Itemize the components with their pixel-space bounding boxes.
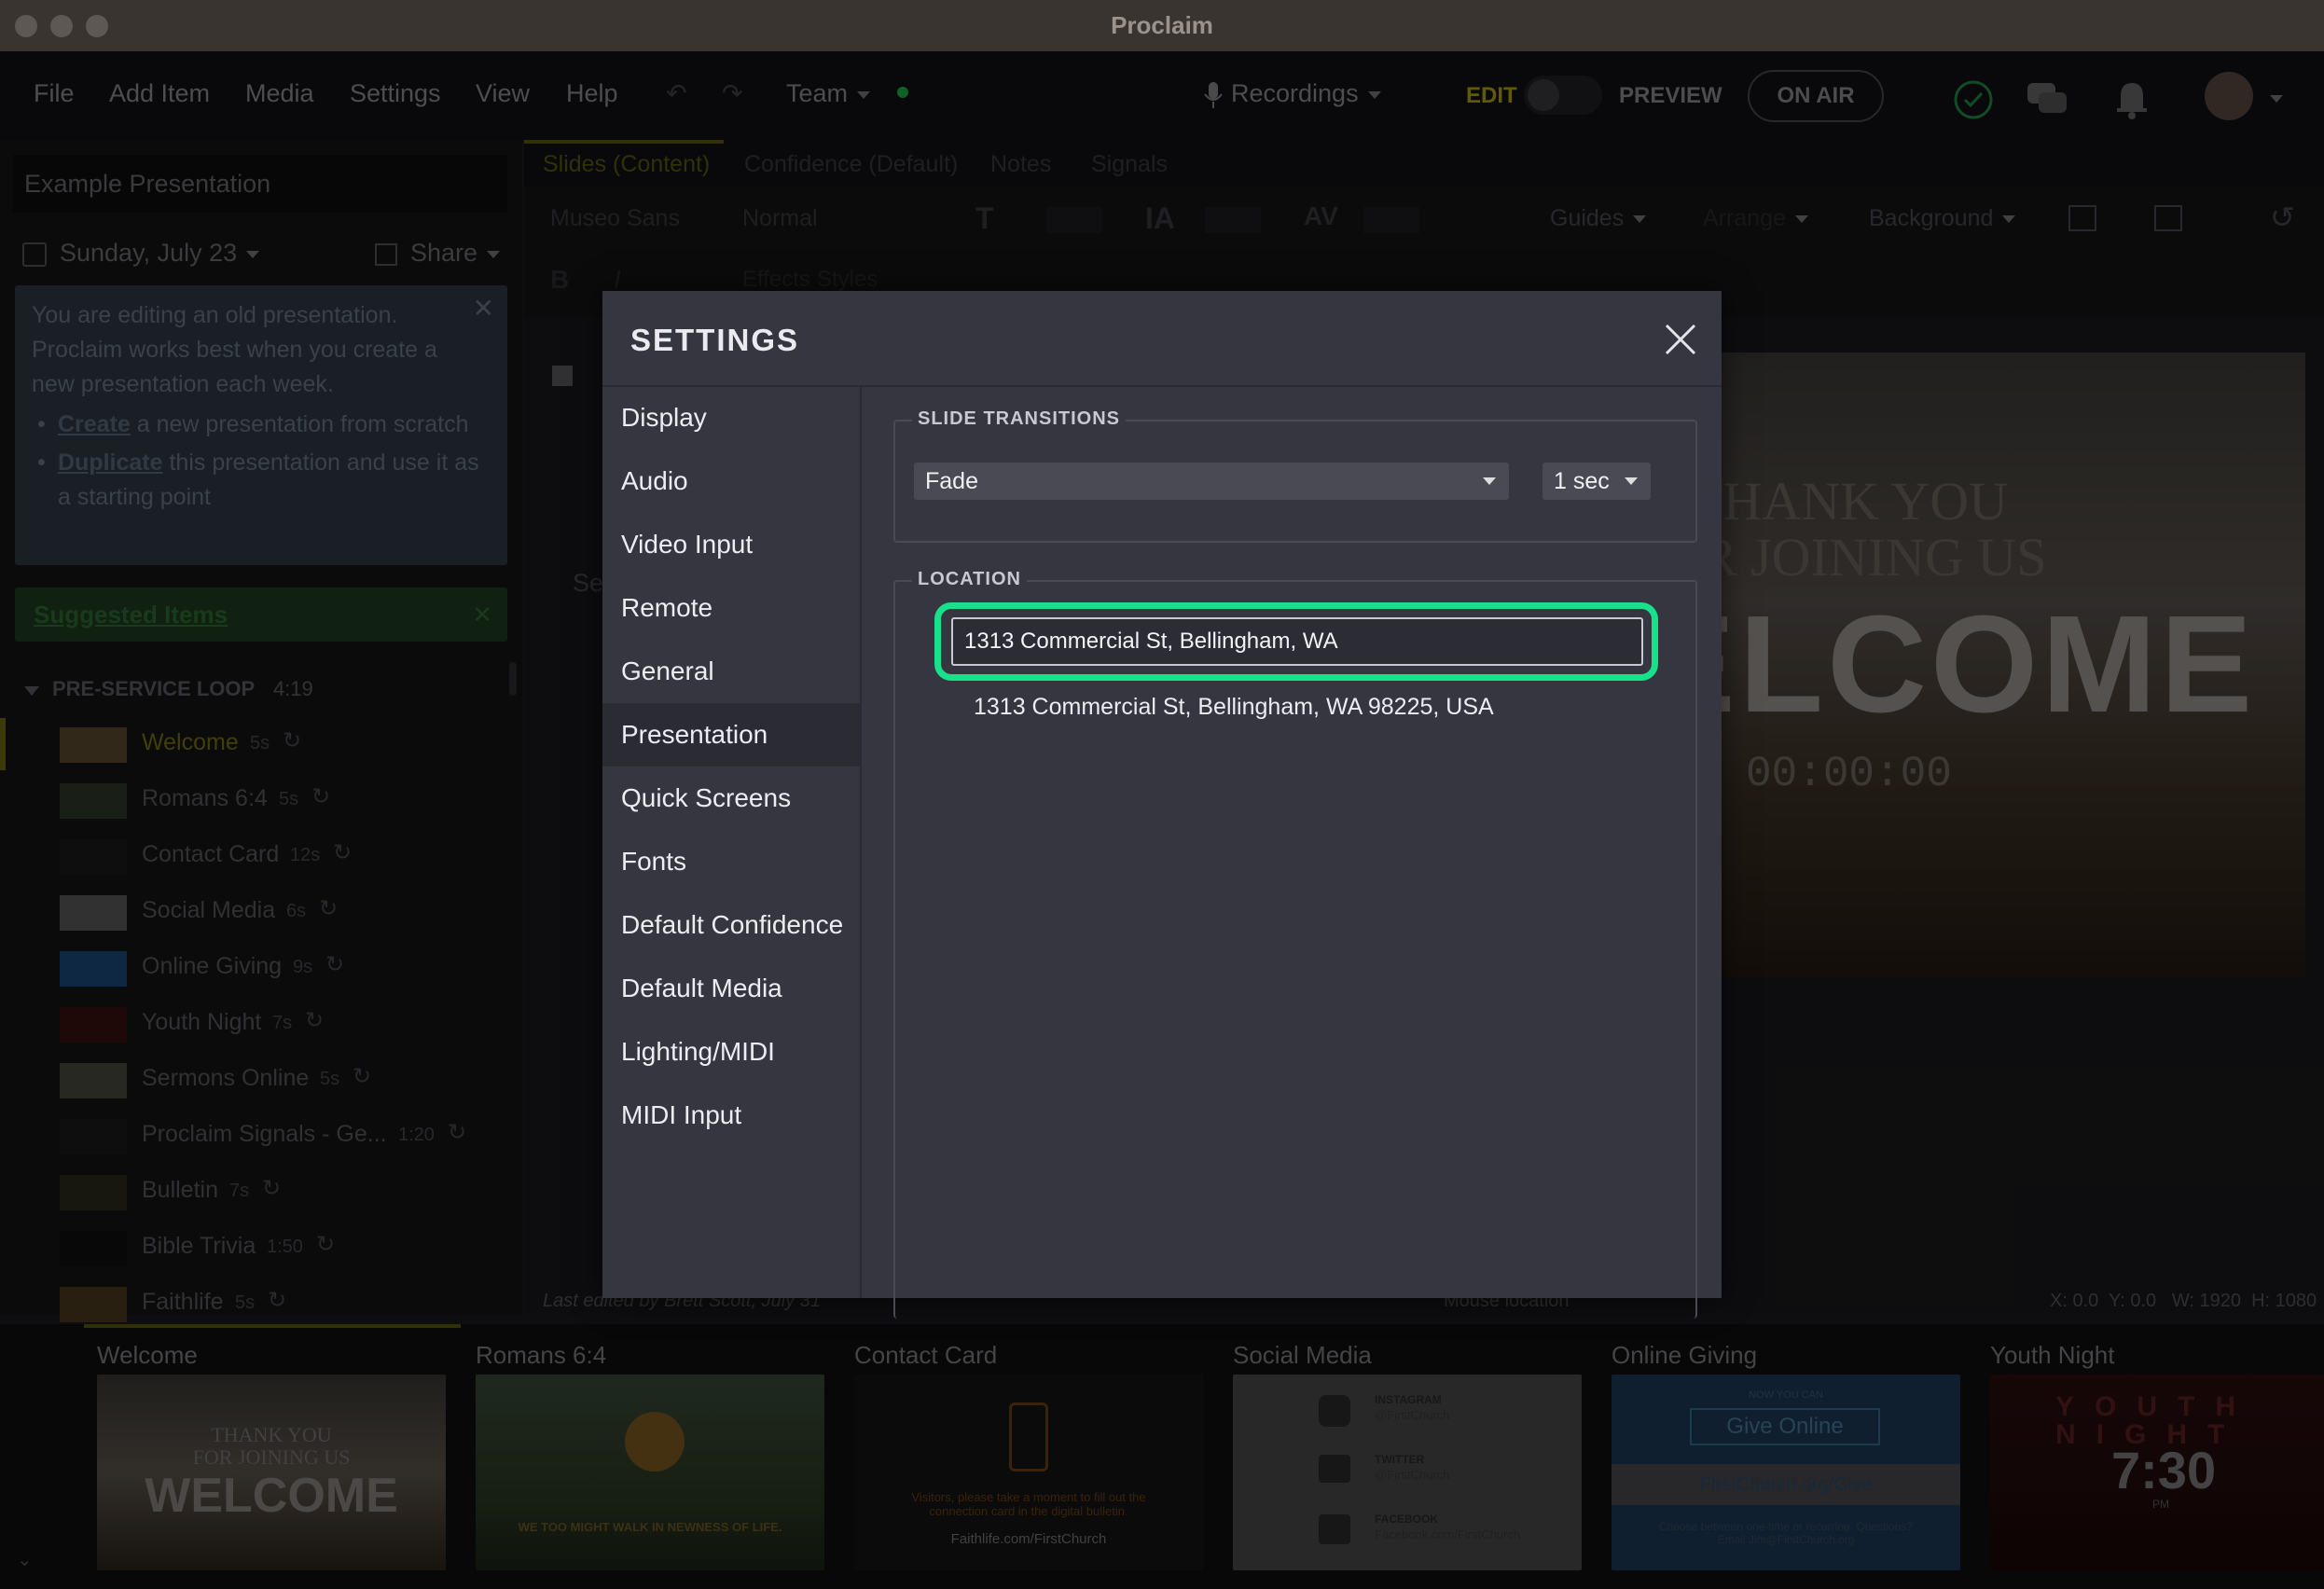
slide-transitions-group: SLIDE TRANSITIONS Fade 1 sec [893,408,1697,543]
location-input[interactable] [951,617,1643,666]
settings-dialog: SETTINGS Display Audio Video Input Remote Ge… [602,291,1722,1319]
location-suggestion[interactable]: 1313 Commercial St, Bellingham, WA 98225… [974,694,1494,721]
close-window-button[interactable] [15,15,37,37]
transition-duration-select[interactable]: 1 sec [1542,463,1651,500]
settings-nav-presentation[interactable]: Presentation [602,703,860,767]
chevron-down-icon [1483,477,1496,485]
chevron-down-icon [1625,477,1638,485]
settings-header: SETTINGS [602,291,1722,387]
close-icon[interactable] [1664,323,1697,356]
window-title: Proclaim [1111,11,1213,39]
settings-nav-display[interactable]: Display [602,386,860,449]
minimize-window-button[interactable] [50,15,73,37]
slide-transitions-legend: SLIDE TRANSITIONS [912,408,1127,430]
transition-type-value: Fade [925,468,978,494]
settings-nav-midi-input[interactable]: MIDI Input [602,1084,860,1147]
settings-nav-remote[interactable]: Remote [602,576,860,640]
transition-type-select[interactable]: Fade [914,463,1509,500]
settings-nav-audio[interactable]: Audio [602,449,860,513]
settings-nav-default-confidence[interactable]: Default Confidence [602,893,860,957]
settings-nav-video-input[interactable]: Video Input [602,513,860,576]
settings-nav-lighting-midi[interactable]: Lighting/MIDI [602,1020,860,1084]
settings-nav-quick-screens[interactable]: Quick Screens [602,767,860,830]
settings-title: SETTINGS [630,323,800,357]
settings-nav-default-media[interactable]: Default Media [602,957,860,1020]
transition-duration-value: 1 sec [1554,468,1610,494]
zoom-window-button[interactable] [86,15,108,37]
settings-nav: Display Audio Video Input Remote General Pres… [602,386,862,1298]
settings-nav-general[interactable]: General [602,640,860,703]
location-group: LOCATION 1313 Commercial St, Bellingham,… [893,569,1697,1319]
settings-nav-fonts[interactable]: Fonts [602,830,860,893]
window-titlebar: Proclaim [0,0,2324,51]
location-legend: LOCATION [912,569,1027,590]
